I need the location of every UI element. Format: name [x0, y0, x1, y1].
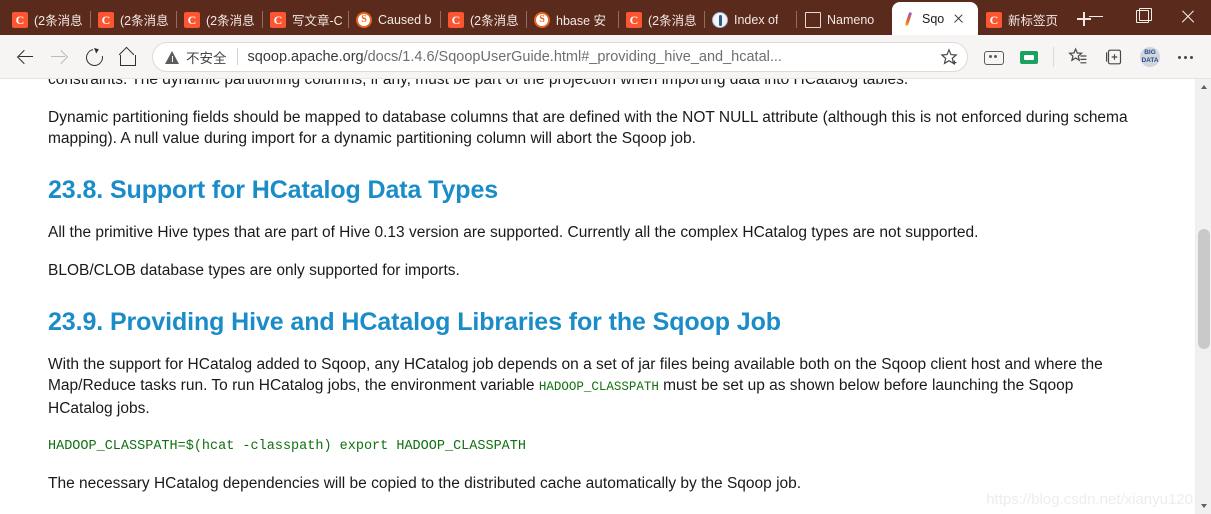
tab-title: Sqo	[922, 11, 945, 26]
profile-avatar[interactable]: BIG DATA	[1133, 40, 1167, 74]
hadoop-icon	[712, 11, 728, 28]
paragraph-dynamic-partitioning: Dynamic partitioning fields should be ma…	[48, 109, 1128, 147]
maximize-button[interactable]	[1119, 0, 1165, 32]
scroll-down-icon[interactable]	[1196, 498, 1211, 514]
url-domain: sqoop.apache.org	[247, 48, 364, 65]
tab-title: Caused b	[378, 12, 432, 27]
security-label: 不安全	[186, 50, 227, 66]
tabs-area: C (2条消息 C (2条消息 C (2条消息 C 写文章-C S Caused…	[4, 0, 1091, 35]
tab-title: Nameno	[827, 12, 875, 27]
watermark: https://blog.csdn.net/xianyu120	[986, 491, 1193, 508]
tab-0[interactable]: C (2条消息	[4, 4, 90, 35]
browser-toolbar: 不安全 sqoop.apache.org/docs/1.4.6/SqoopUse…	[0, 35, 1211, 79]
paragraph-libraries: With the support for HCatalog added to S…	[48, 354, 1133, 419]
clipped-paragraph: constraints. The dynamic partitioning co…	[48, 79, 909, 88]
tab-title: Index of	[734, 12, 779, 27]
tab-title: 写文章-C	[292, 14, 342, 28]
tab-title: 新标签页	[1008, 14, 1058, 28]
warning-icon	[165, 50, 180, 64]
csdn-icon: C	[270, 11, 286, 28]
divider	[236, 48, 238, 65]
favorite-star-icon[interactable]	[935, 43, 963, 71]
tab-title: (2条消息	[470, 14, 519, 28]
tab-6[interactable]: S hbase 安	[526, 4, 618, 35]
address-bar[interactable]: 不安全 sqoop.apache.org/docs/1.4.6/SqoopUse…	[152, 41, 968, 72]
csdn-icon: C	[986, 11, 1002, 28]
csdn-icon: C	[98, 11, 114, 28]
csdn-icon: C	[448, 11, 464, 28]
close-window-button[interactable]	[1165, 0, 1211, 32]
csdn-icon: C	[184, 11, 200, 28]
scroll-up-icon[interactable]	[1196, 79, 1211, 95]
tab-5[interactable]: C (2条消息	[440, 4, 526, 35]
tab-title: hbase 安	[556, 14, 607, 28]
paragraph-dependencies: The necessary HCatalog dependencies will…	[48, 475, 802, 492]
toolbar-icons: BIG DATA	[976, 40, 1203, 74]
heading-23-9: 23.9. Providing Hive and HCatalog Librar…	[48, 308, 781, 336]
divider	[1053, 46, 1054, 67]
tab-2[interactable]: C (2条消息	[176, 4, 262, 35]
tab-7[interactable]: C (2条消息	[618, 4, 704, 35]
page-viewport: constraints. The dynamic partitioning co…	[0, 79, 1211, 514]
tab-title: (2条消息	[120, 14, 169, 28]
avatar: BIG DATA	[1140, 46, 1160, 67]
tab-title: (2条消息	[206, 14, 255, 28]
close-icon[interactable]	[950, 10, 967, 27]
favorites-icon[interactable]	[1061, 40, 1095, 74]
csdn-icon: C	[12, 11, 28, 28]
page-scrollbar[interactable]	[1195, 79, 1211, 514]
reload-icon[interactable]	[76, 40, 110, 74]
back-icon[interactable]	[8, 40, 42, 74]
forward-icon	[42, 40, 76, 74]
sogou-icon: S	[534, 11, 550, 28]
split-screen-icon[interactable]	[976, 40, 1010, 74]
inline-code-hadoop-classpath: HADOOP_CLASSPATH	[538, 380, 659, 394]
csdn-icon: C	[626, 11, 642, 28]
document-icon	[805, 11, 821, 28]
minimize-button[interactable]	[1073, 0, 1119, 32]
tab-title: (2条消息	[34, 14, 83, 28]
tab-3[interactable]: C 写文章-C	[262, 4, 348, 35]
tab-1[interactable]: C (2条消息	[90, 4, 176, 35]
paragraph-blob-clob: BLOB/CLOB database types are only suppor…	[48, 262, 460, 279]
browser-window: C (2条消息 C (2条消息 C (2条消息 C 写文章-C S Caused…	[0, 0, 1211, 514]
collections-icon[interactable]	[1097, 40, 1131, 74]
tab-title: (2条消息	[648, 14, 697, 28]
settings-menu-icon[interactable]	[1169, 40, 1203, 74]
security-indicator[interactable]: 不安全	[165, 47, 227, 67]
paragraph-primitive-types: All the primitive Hive types that are pa…	[48, 224, 979, 241]
document-content: constraints. The dynamic partitioning co…	[0, 79, 1195, 514]
heading-23-8: 23.8. Support for HCatalog Data Types	[48, 176, 499, 204]
code-block-hadoop-classpath: HADOOP_CLASSPATH=$(hcat -classpath) expo…	[48, 439, 526, 454]
tab-11[interactable]: C 新标签页	[978, 4, 1064, 35]
window-controls	[1073, 0, 1211, 35]
extension-icon[interactable]	[1012, 40, 1046, 74]
sogou-icon: S	[356, 11, 372, 28]
tab-strip: C (2条消息 C (2条消息 C (2条消息 C 写文章-C S Caused…	[0, 0, 1211, 35]
url-path: /docs/1.4.6/SqoopUserGuide.html#_providi…	[363, 48, 782, 65]
tab-9[interactable]: Nameno	[796, 4, 892, 35]
home-icon[interactable]	[110, 40, 144, 74]
tab-8[interactable]: Index of	[704, 4, 796, 35]
tab-4[interactable]: S Caused b	[348, 4, 440, 35]
sqoop-icon	[900, 11, 916, 27]
scrollbar-thumb[interactable]	[1198, 229, 1210, 349]
tab-10-active[interactable]: Sqo	[892, 2, 978, 35]
url-text: sqoop.apache.org/docs/1.4.6/SqoopUserGui…	[248, 49, 936, 65]
